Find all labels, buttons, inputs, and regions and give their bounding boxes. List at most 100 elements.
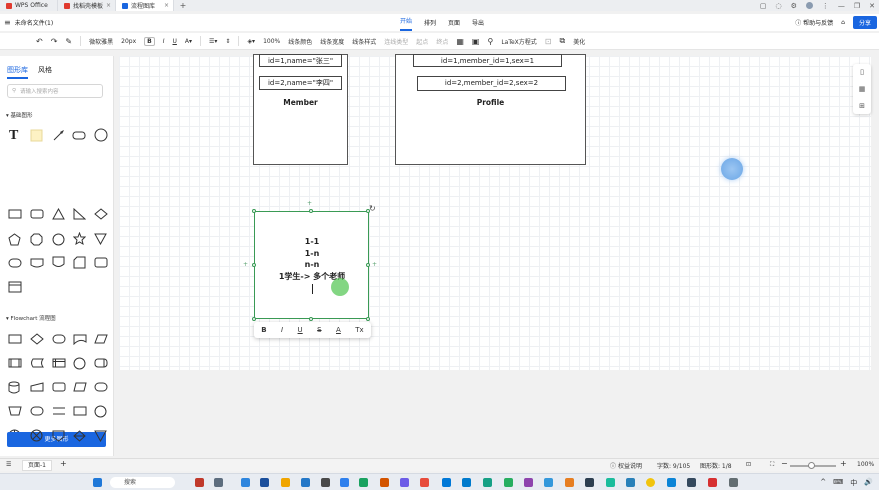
app-icon[interactable] [606,478,615,487]
volume-icon[interactable]: 🔊 [864,478,873,488]
predefined-process-shape[interactable] [8,358,22,368]
app-icon[interactable] [544,478,553,487]
card-shape[interactable] [94,257,108,268]
paper-tape-shape[interactable] [73,382,87,392]
menu-export[interactable]: 导出 [472,18,484,27]
resize-handle[interactable] [366,263,370,267]
vscode-icon[interactable] [462,478,471,487]
format-painter-icon[interactable]: ✎ [65,37,72,46]
preparation-shape[interactable] [30,406,44,416]
end-arrow-select[interactable]: 终点 [436,37,448,46]
inverted-triangle-shape[interactable] [94,233,107,245]
app-icon[interactable] [504,478,513,487]
app-icon[interactable] [420,478,429,487]
close-icon[interactable]: × [164,2,169,9]
grid-icon[interactable]: ▦ [859,85,866,93]
banner-shape[interactable] [30,258,44,268]
app-icon[interactable] [301,478,310,487]
maximize-icon[interactable]: ❐ [854,2,860,10]
zoom-out-button[interactable]: − [781,459,788,468]
card-flow-shape[interactable] [52,382,66,392]
app-icon[interactable] [359,478,368,487]
parallel-mode-shape[interactable] [52,406,66,416]
decision-shape[interactable] [30,333,44,345]
data-shape[interactable] [94,334,108,344]
resize-handle[interactable] [252,263,256,267]
profile-record-2[interactable]: id=2,member_id=2,sex=2 [417,76,566,91]
add-tab-button[interactable]: + [174,0,192,11]
start-arrow-select[interactable]: 起点 [416,37,428,46]
terminator-shape[interactable] [52,334,66,344]
tab-shape-library[interactable]: 图形库 [7,65,28,79]
home-icon[interactable]: ⌂ [841,19,845,26]
line-shape[interactable] [53,129,65,141]
connect-point-icon[interactable]: + [372,261,377,268]
page-settings-icon[interactable]: ▯ [860,68,864,76]
redo-icon[interactable]: ↷ [51,37,58,46]
italic-button[interactable]: I [281,326,283,334]
tray-overflow-icon[interactable]: ^ [820,478,826,488]
app-icon[interactable] [214,478,223,487]
font-color-button[interactable]: A [336,326,341,334]
section-basic-shapes[interactable]: ▾ 基础图形 [6,111,33,119]
page-list-icon[interactable]: ☰ [6,461,11,468]
app-icon[interactable] [281,478,290,487]
italic-button[interactable]: I [163,38,165,45]
collate-shape[interactable] [73,430,86,442]
loop-limit-shape[interactable] [73,406,87,416]
shield-shape[interactable] [52,256,65,269]
align-icon[interactable]: ☰▾ [209,38,217,45]
selected-text-shape[interactable]: 1-1 1-n n-n 1学生-> 多个老师 [254,211,369,319]
underline-button[interactable]: U [172,38,176,45]
display-shape[interactable] [94,382,108,392]
manual-operation-shape[interactable] [8,406,22,416]
merge-shape[interactable] [94,430,107,442]
tab-style[interactable]: 风格 [38,65,52,79]
drawing-canvas[interactable]: id=1,name="张三" id=2,name="李四" Member id=… [119,54,871,370]
fit-icon[interactable]: ⊡ [746,461,751,468]
close-window-icon[interactable]: ✕ [869,2,875,10]
fullscreen-icon[interactable]: ⛶ [770,461,774,469]
line-width-select[interactable]: 线条宽度 [320,37,344,46]
member-record-2[interactable]: id=2,name="李四" [259,76,342,90]
settings-icon[interactable]: ⚙ [791,2,797,10]
tab-template[interactable]: 找稻壳模板 × [58,0,116,11]
manual-input-shape[interactable] [30,382,44,392]
app-icon[interactable] [260,478,269,487]
connect-point-icon[interactable]: + [243,261,248,268]
profile-record-1[interactable]: id=1,member_id=1,sex=1 [413,54,562,67]
underline-button[interactable]: U [298,326,303,334]
app-icon[interactable] [483,478,492,487]
menu-dots-icon[interactable]: ⋮ [822,2,829,10]
resize-handle[interactable] [252,317,256,321]
line-color-select[interactable]: 线条颜色 [288,37,312,46]
rounded-square-shape[interactable] [30,209,44,219]
app-icon[interactable] [241,478,250,487]
lock-icon[interactable]: ⊡ [545,37,552,46]
document-shape[interactable] [73,256,86,269]
app-icon[interactable] [380,478,389,487]
line-style-select[interactable]: 线条样式 [352,37,376,46]
section-flowchart[interactable]: ▾ Flowchart 流程图 [6,314,56,322]
diamond-shape[interactable] [94,208,108,220]
outline-icon[interactable]: ⊞ [859,102,865,110]
octagon-shape[interactable] [30,233,43,246]
app-icon[interactable] [442,478,451,487]
bold-button[interactable]: B [144,36,155,46]
sequential-data-shape[interactable] [94,358,108,368]
windows-start-icon[interactable] [93,478,102,487]
chrome-icon[interactable] [646,478,655,487]
circle-flow-shape[interactable] [73,357,86,370]
app-icon[interactable] [626,478,635,487]
ellipse-shape[interactable] [52,233,65,246]
minimize-icon[interactable]: — [838,2,845,10]
resize-handle[interactable] [309,317,313,321]
keyboard-icon[interactable]: ⌨ [833,478,843,488]
wps-taskbar-icon[interactable] [708,478,717,487]
text-shape[interactable]: T [9,128,18,144]
font-size-select[interactable]: 20px [121,38,136,45]
process-shape[interactable] [8,334,22,344]
fill-color-icon[interactable]: ◈▾ [247,38,255,45]
zoom-in-button[interactable]: + [840,459,847,468]
shape-search-input[interactable]: ⚲ 请输入搜索内容 [7,84,103,98]
